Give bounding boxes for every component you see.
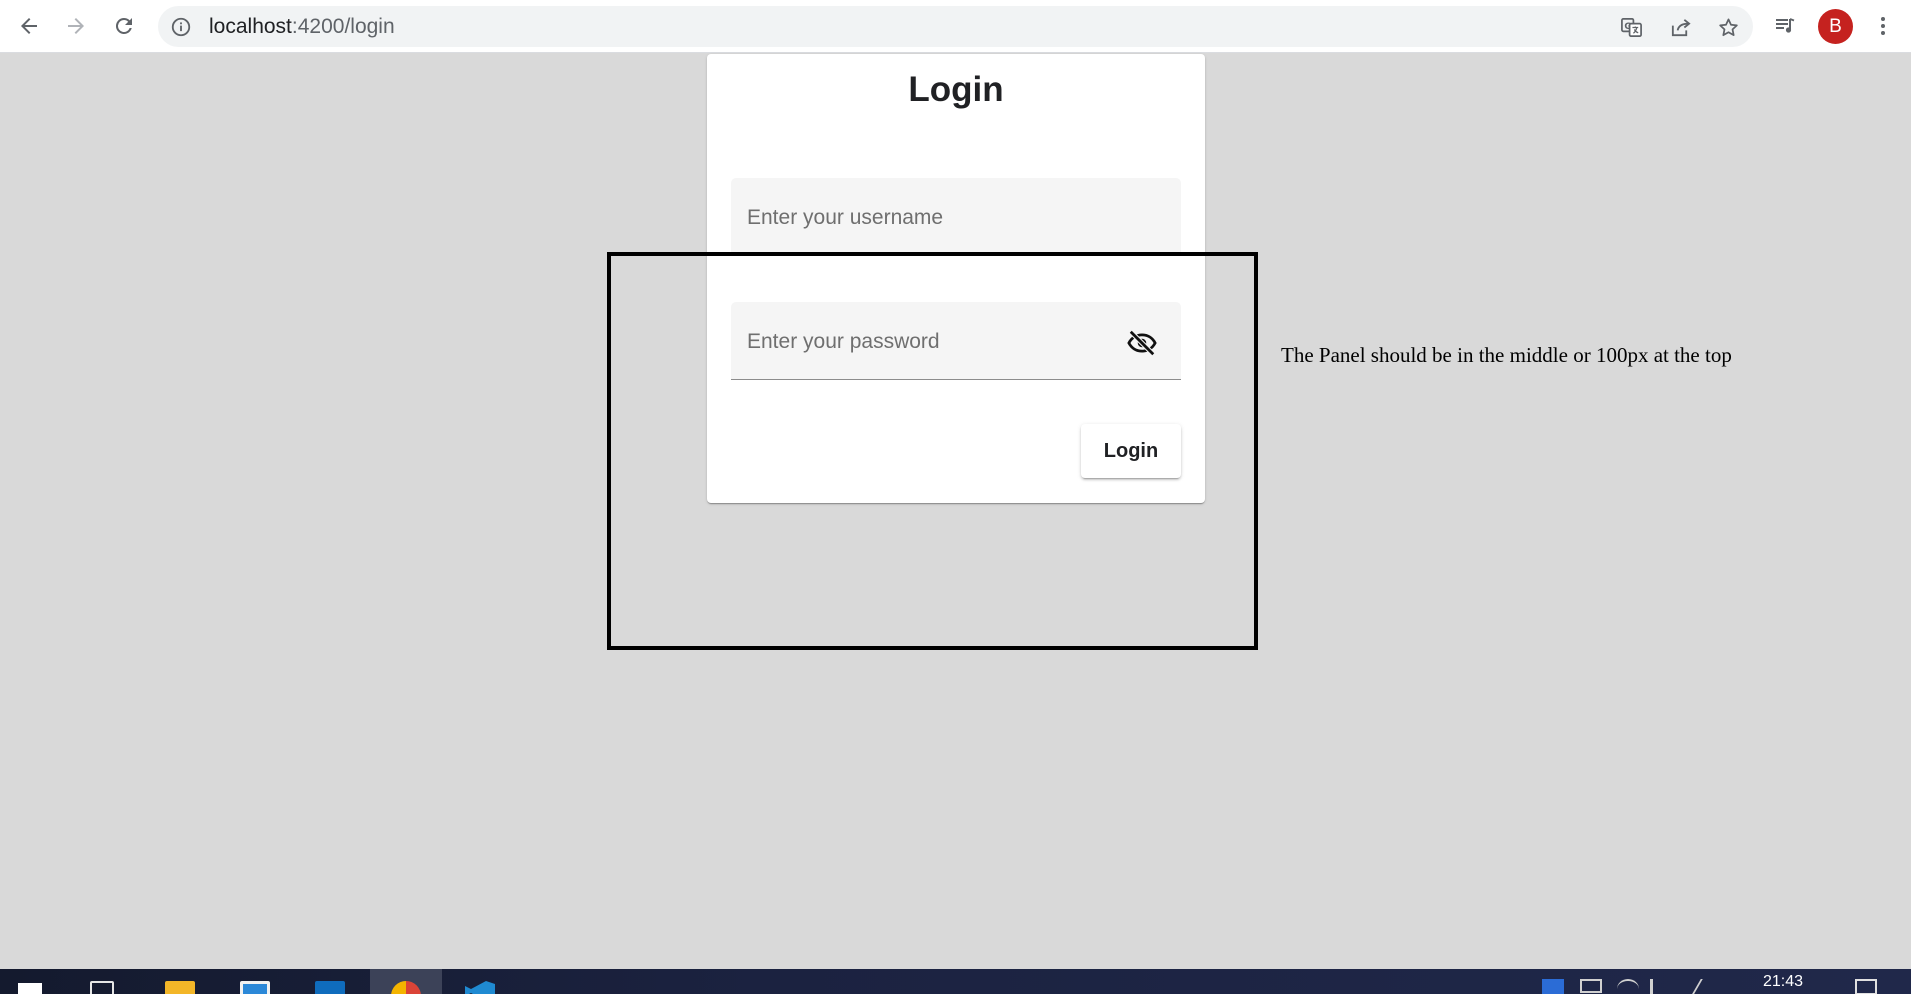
reload-icon bbox=[115, 17, 132, 34]
task-view-icon bbox=[90, 981, 114, 994]
store-button[interactable] bbox=[225, 969, 285, 994]
url-path: :4200/login bbox=[291, 15, 395, 38]
url-text[interactable]: localhost:4200/login bbox=[209, 16, 395, 38]
annotation-note: The Panel should be in the middle or 100… bbox=[1281, 343, 1732, 367]
vscode-button[interactable] bbox=[450, 969, 510, 994]
notification-center-icon[interactable] bbox=[1855, 979, 1877, 994]
store-icon bbox=[240, 981, 270, 994]
tray-battery-icon[interactable] bbox=[1580, 979, 1602, 993]
share-icon[interactable] bbox=[1666, 13, 1694, 41]
chrome-button[interactable] bbox=[370, 969, 442, 994]
login-title: Login bbox=[908, 70, 1004, 109]
username-input[interactable] bbox=[747, 198, 1127, 238]
screen: localhost:4200/login G B Login Enter you… bbox=[0, 0, 1911, 994]
arrow-right-icon bbox=[68, 18, 84, 34]
tray-pen-icon[interactable] bbox=[1689, 979, 1723, 994]
info-icon[interactable] bbox=[170, 16, 192, 38]
arrow-left-icon bbox=[21, 18, 37, 34]
mail-icon bbox=[315, 981, 345, 994]
page-content: Login Login The Panel should be in the bbox=[0, 53, 1911, 969]
taskbar-clock[interactable]: 21:43 bbox=[1756, 973, 1810, 991]
profile-avatar[interactable]: B bbox=[1818, 9, 1853, 44]
translate-icon[interactable]: G bbox=[1617, 13, 1645, 41]
reload-button[interactable] bbox=[106, 8, 142, 44]
url-host: localhost bbox=[209, 15, 292, 38]
mail-button[interactable] bbox=[300, 969, 360, 994]
tray-app-icon[interactable] bbox=[1542, 979, 1564, 994]
vscode-icon bbox=[465, 981, 495, 994]
kebab-menu-icon[interactable] bbox=[1865, 8, 1901, 44]
media-queue-icon[interactable] bbox=[1767, 8, 1803, 44]
tray-network-icon[interactable] bbox=[1617, 979, 1639, 994]
windows-icon bbox=[18, 983, 42, 994]
file-explorer-button[interactable] bbox=[150, 969, 210, 994]
taskbar: 21:43 bbox=[0, 969, 1911, 994]
address-bar[interactable]: localhost:4200/login G bbox=[158, 6, 1753, 47]
annotation-rectangle bbox=[607, 252, 1258, 650]
star-icon[interactable] bbox=[1714, 13, 1742, 41]
browser-toolbar: localhost:4200/login G B bbox=[0, 0, 1911, 53]
tray-volume-icon[interactable] bbox=[1650, 979, 1672, 994]
start-button[interactable] bbox=[0, 969, 60, 994]
folder-icon bbox=[165, 981, 195, 994]
back-button[interactable] bbox=[11, 8, 47, 44]
forward-button[interactable] bbox=[58, 8, 94, 44]
username-field[interactable] bbox=[731, 178, 1181, 256]
chrome-icon bbox=[391, 981, 421, 994]
task-view-button[interactable] bbox=[72, 969, 132, 994]
